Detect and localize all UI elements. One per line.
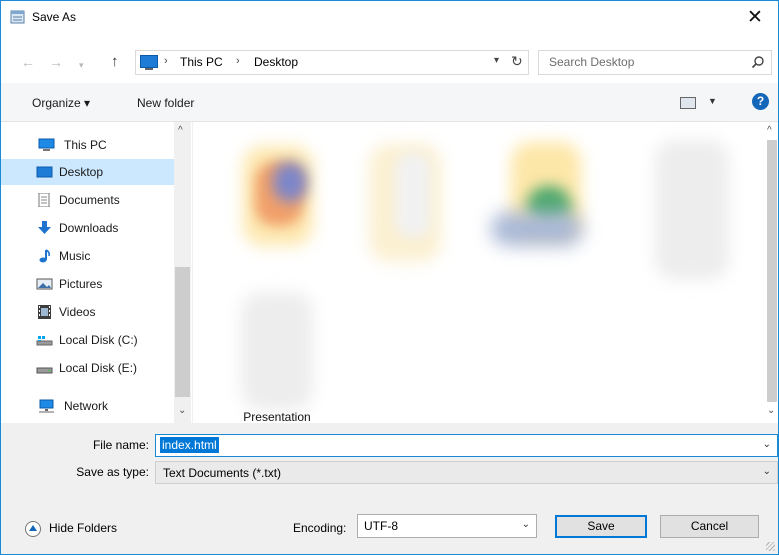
refresh-icon[interactable]: ↻ <box>511 53 523 70</box>
help-icon[interactable]: ? <box>752 93 769 110</box>
resize-grip[interactable] <box>766 542 775 551</box>
file-name-label: File name: <box>92 438 149 452</box>
sidebar-item-this-pc[interactable]: This PC <box>1 132 174 158</box>
sidebar-item-label: Pictures <box>59 277 103 291</box>
change-view-icon[interactable] <box>680 97 696 109</box>
search-placeholder: Search Desktop <box>549 55 635 69</box>
videos-icon <box>38 305 51 319</box>
this-pc-icon <box>140 55 158 70</box>
breadcrumb-separator-icon[interactable]: › <box>164 55 168 67</box>
file-item[interactable] <box>643 132 747 282</box>
search-icon[interactable] <box>751 55 765 69</box>
scroll-down-arrow-icon[interactable]: ⌄ <box>767 405 775 416</box>
file-thumbnail-accent <box>395 152 431 238</box>
notepad-icon <box>10 10 25 24</box>
documents-icon <box>38 193 50 207</box>
file-name-input[interactable]: index.html ⌄ <box>155 434 778 457</box>
command-toolbar: Organize ▾ New folder ▼ ? <box>1 83 778 122</box>
breadcrumb-this-pc[interactable]: This PC <box>180 55 223 69</box>
recent-locations-chevron-icon[interactable]: ▾ <box>79 58 84 72</box>
navigation-pane-scrollbar[interactable]: ^ ⌄ <box>174 122 191 423</box>
file-thumbnail-accent <box>491 212 583 246</box>
network-icon <box>39 399 54 413</box>
file-thumbnail <box>241 292 313 410</box>
sidebar-item-label: Documents <box>59 193 120 207</box>
scrollbar-thumb[interactable] <box>767 140 777 402</box>
file-name-label: Presentation <box>243 410 311 423</box>
chevron-down-icon[interactable]: ⌄ <box>763 466 771 477</box>
sidebar-item-label: Videos <box>59 305 96 319</box>
save-as-type-select[interactable]: Text Documents (*.txt) ⌄ <box>155 461 778 484</box>
sidebar-item-label: Local Disk (C:) <box>59 333 138 347</box>
sidebar-item-label: Music <box>59 249 91 263</box>
hide-folders-label: Hide Folders <box>49 521 118 535</box>
file-item[interactable] <box>491 132 595 282</box>
window-title: Save As <box>32 10 77 24</box>
sidebar-item-label: Local Disk (E:) <box>59 361 138 375</box>
sidebar-item-pictures[interactable]: Pictures <box>1 271 174 297</box>
search-input[interactable]: Search Desktop <box>538 50 772 75</box>
navigation-bar: ← → ▾ ↑ › This PC › Desktop ▾ ↻ Search D… <box>1 33 778 83</box>
title-bar: Save As ✕ <box>1 1 778 33</box>
encoding-value: UTF-8 <box>364 519 398 533</box>
sidebar-item-desktop[interactable]: Desktop <box>1 159 174 185</box>
sidebar-item-videos[interactable]: Videos <box>1 299 174 325</box>
scrollbar-thumb[interactable] <box>175 267 190 397</box>
sidebar-item-label: This PC <box>64 138 107 152</box>
forward-arrow-icon[interactable]: → <box>49 55 63 69</box>
save-as-type-value: Text Documents (*.txt) <box>163 466 282 480</box>
chevron-down-icon[interactable]: ⌄ <box>522 519 530 530</box>
file-item[interactable] <box>225 132 329 282</box>
new-folder-button[interactable]: New folder <box>137 96 194 110</box>
scroll-down-arrow-icon[interactable]: ⌄ <box>178 405 186 416</box>
file-list-scrollbar[interactable]: ^ ⌄ <box>765 122 778 423</box>
dialog-footer: File name: index.html ⌄ Save as type: Te… <box>1 423 778 554</box>
save-as-type-label: Save as type: <box>76 465 149 479</box>
sidebar-item-label: Network <box>64 399 109 413</box>
file-item[interactable] <box>355 132 459 282</box>
address-bar[interactable]: › This PC › Desktop ▾ ↻ <box>135 50 529 75</box>
collapse-up-icon <box>25 521 41 537</box>
file-thumbnail-accent <box>273 162 307 202</box>
chevron-down-icon[interactable]: ⌄ <box>763 439 771 450</box>
cancel-button[interactable]: Cancel <box>660 515 759 538</box>
file-thumbnail <box>655 140 729 280</box>
sidebar-item-label: Desktop <box>59 165 104 179</box>
computer-icon <box>38 138 55 151</box>
view-options-chevron-icon[interactable]: ▼ <box>708 96 717 106</box>
sidebar-item-local-disk-c[interactable]: Local Disk (C:) <box>1 327 174 353</box>
pictures-icon <box>36 278 53 290</box>
organize-button[interactable]: Organize ▾ <box>32 96 90 110</box>
scroll-up-arrow-icon[interactable]: ^ <box>767 125 772 136</box>
save-as-dialog: Save As ✕ ← → ▾ ↑ › This PC › Desktop ▾ … <box>0 0 779 555</box>
sidebar-item-local-disk-e[interactable]: Local Disk (E:) <box>1 355 174 381</box>
file-item[interactable]: Presentation <box>225 282 329 423</box>
sidebar-item-label: Downloads <box>59 221 119 235</box>
scroll-up-arrow-icon[interactable]: ^ <box>178 125 183 136</box>
local-disk-c-icon <box>36 336 53 346</box>
sidebar-item-network[interactable]: Network <box>1 393 174 419</box>
up-arrow-icon[interactable]: ↑ <box>111 54 119 69</box>
downloads-icon <box>38 221 51 234</box>
desktop-icon <box>36 166 53 178</box>
music-icon <box>39 249 50 263</box>
file-name-value: index.html <box>160 437 219 453</box>
sidebar-item-downloads[interactable]: Downloads <box>1 215 174 241</box>
close-icon: ✕ <box>747 6 763 28</box>
file-list: Presentation <box>193 122 765 423</box>
address-dropdown-icon[interactable]: ▾ <box>494 55 499 66</box>
encoding-select[interactable]: UTF-8 ⌄ <box>357 514 537 538</box>
close-button[interactable]: ✕ <box>732 1 778 33</box>
save-button[interactable]: Save <box>555 515 647 538</box>
back-arrow-icon[interactable]: ← <box>21 55 35 69</box>
sidebar-item-music[interactable]: Music <box>1 243 174 269</box>
breadcrumb-separator-icon[interactable]: › <box>236 55 240 67</box>
encoding-label: Encoding: <box>293 521 347 535</box>
breadcrumb-desktop[interactable]: Desktop <box>254 55 298 69</box>
navigation-pane: This PC Desktop Documents Downloads Musi… <box>1 122 192 423</box>
local-disk-e-icon <box>36 367 53 374</box>
sidebar-item-documents[interactable]: Documents <box>1 187 174 213</box>
